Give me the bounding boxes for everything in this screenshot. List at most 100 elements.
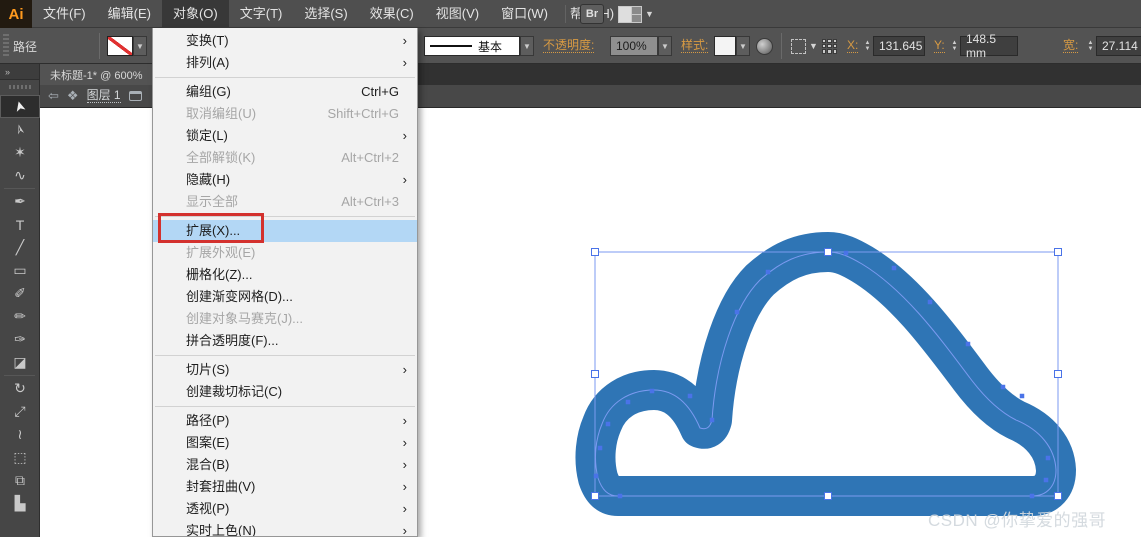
path-anchor[interactable] [843,250,849,256]
menubar-item-5[interactable]: 选择(S) [293,0,358,27]
width-value-field[interactable]: 27.114 [1096,36,1141,56]
style-swatch[interactable] [714,36,736,56]
brush-dropdown[interactable]: ▼ [520,36,534,56]
opacity-value[interactable]: 100% [610,36,658,56]
path-anchor[interactable] [687,393,693,399]
fill-color-swatch[interactable] [107,36,133,56]
selection-tool[interactable]: ➤ [0,95,40,118]
back-arrow-icon[interactable]: ⇦ [48,88,59,104]
column-graph-tool[interactable]: ▙ [0,492,40,515]
menubar-item-3[interactable]: 对象(O) [161,0,229,27]
width-stepper[interactable]: ▲ ▼ [1085,36,1096,56]
paintbrush-tool[interactable]: ✐ [0,282,40,305]
artboard-icon[interactable] [128,91,142,101]
selected-anchor[interactable] [824,492,832,500]
menu-item-排列A[interactable]: 排列(A) › [153,52,417,74]
menu-item-封套扭曲V[interactable]: 封套扭曲(V) › [153,476,417,498]
path-anchor[interactable] [734,309,740,315]
path-anchor[interactable] [1045,455,1051,461]
width-label[interactable]: 宽: [1063,39,1079,53]
path-anchor[interactable] [593,473,599,479]
menu-item-切片S[interactable]: 切片(S) › [153,359,417,381]
tool-panel-grip[interactable] [8,85,31,89]
bbox-handle[interactable] [591,370,599,378]
path-anchor[interactable] [765,269,771,275]
cloud-shape-path[interactable] [575,232,1076,516]
style-label[interactable]: 样式: [681,39,709,53]
brush-definition-combo[interactable]: 基本 [424,36,520,56]
menu-item-栅格化Z[interactable]: 栅格化(Z)... [153,264,417,286]
fill-dropdown[interactable]: ▼ [133,36,147,56]
menu-item-变换T[interactable]: 变换(T) › [153,30,417,52]
blob-brush-tool[interactable]: ✑ [0,328,40,351]
pencil-tool[interactable]: ✏ [0,305,40,328]
selected-anchor[interactable] [824,248,832,256]
chevron-down-icon[interactable]: ▼ [809,41,818,51]
rectangle-tool[interactable]: ▭ [0,259,40,282]
bbox-handle[interactable] [1054,492,1062,500]
menu-item-实时上色N[interactable]: 实时上色(N) › [153,520,417,536]
reference-point-grid[interactable] [822,38,837,54]
eraser-tool[interactable]: ◪ [0,351,40,374]
menu-item-透视P[interactable]: 透视(P) › [153,498,417,520]
bbox-handle[interactable] [1054,370,1062,378]
magic-wand-tool[interactable]: ✶ [0,141,40,164]
path-anchor[interactable] [1019,393,1025,399]
workspace-switcher[interactable]: ▼ [618,5,654,23]
direct-selection-tool[interactable]: ➢ [0,118,40,141]
bbox-handle[interactable] [591,492,599,500]
path-anchor[interactable] [709,417,715,423]
scale-tool[interactable]: ⤢ [0,400,40,423]
path-anchor[interactable] [617,493,623,499]
x-label[interactable]: X: [847,39,859,53]
lasso-tool[interactable]: ∿ [0,164,40,187]
menu-item-路径P[interactable]: 路径(P) › [153,410,417,432]
bbox-handle[interactable] [591,248,599,256]
path-anchor[interactable] [1029,493,1035,499]
path-anchor[interactable] [649,388,655,394]
select-similar-icon[interactable] [791,38,806,54]
shape-builder-tool[interactable]: ⧉ [0,469,40,492]
type-tool[interactable]: T [0,213,40,236]
layer-breadcrumb[interactable]: 图层 1 [86,89,121,103]
path-anchor[interactable] [605,421,611,427]
path-anchor[interactable] [625,399,631,405]
menu-item-锁定L[interactable]: 锁定(L) › [153,125,417,147]
panel-collapse-button[interactable]: » [0,64,39,80]
line-segment-tool[interactable]: ╱ [0,236,40,259]
rotate-tool[interactable]: ↻ [0,377,40,400]
menubar-item-4[interactable]: 文字(T) [229,0,294,27]
path-anchor[interactable] [965,341,971,347]
x-value-field[interactable]: 131.645 [873,36,925,56]
bridge-button[interactable]: Br [580,4,604,24]
path-anchor[interactable] [927,299,933,305]
recolor-artwork-icon[interactable] [756,37,773,55]
layers-icon[interactable]: ❖ [67,88,79,104]
menubar-item-7[interactable]: 视图(V) [425,0,490,27]
bbox-handle[interactable] [1054,248,1062,256]
menu-item-图案E[interactable]: 图案(E) › [153,432,417,454]
pen-tool[interactable]: ✒ [0,190,40,213]
path-anchor[interactable] [597,445,603,451]
panel-grip[interactable] [3,34,9,58]
path-anchor[interactable] [1000,384,1006,390]
menu-item-编组G[interactable]: 编组(G) Ctrl+G [153,81,417,103]
opacity-label[interactable]: 不透明度: [543,39,595,53]
document-tab[interactable]: 未标题-1* @ 600% [40,64,154,85]
menu-item-混合B[interactable]: 混合(B) › [153,454,417,476]
width-tool[interactable]: ≀ [0,423,40,446]
x-stepper[interactable]: ▲ ▼ [862,36,873,56]
opacity-dropdown[interactable]: ▼ [658,36,672,56]
menu-item-创建裁切标记C[interactable]: 创建裁切标记(C) [153,381,417,403]
menu-item-拼合透明度F[interactable]: 拼合透明度(F)... [153,330,417,352]
free-transform-tool[interactable]: ⬚ [0,446,40,469]
menu-item-创建渐变网格D[interactable]: 创建渐变网格(D)... [153,286,417,308]
menubar-item-1[interactable]: 文件(F) [32,0,97,27]
menubar-item-2[interactable]: 编辑(E) [97,0,162,27]
y-value-field[interactable]: 148.5 mm [960,32,1018,60]
menu-item-隐藏H[interactable]: 隐藏(H) › [153,169,417,191]
path-anchor[interactable] [891,265,897,271]
menubar-item-8[interactable]: 窗口(W) [490,0,559,27]
y-stepper[interactable]: ▲ ▼ [949,36,960,56]
y-label[interactable]: Y: [934,39,945,53]
